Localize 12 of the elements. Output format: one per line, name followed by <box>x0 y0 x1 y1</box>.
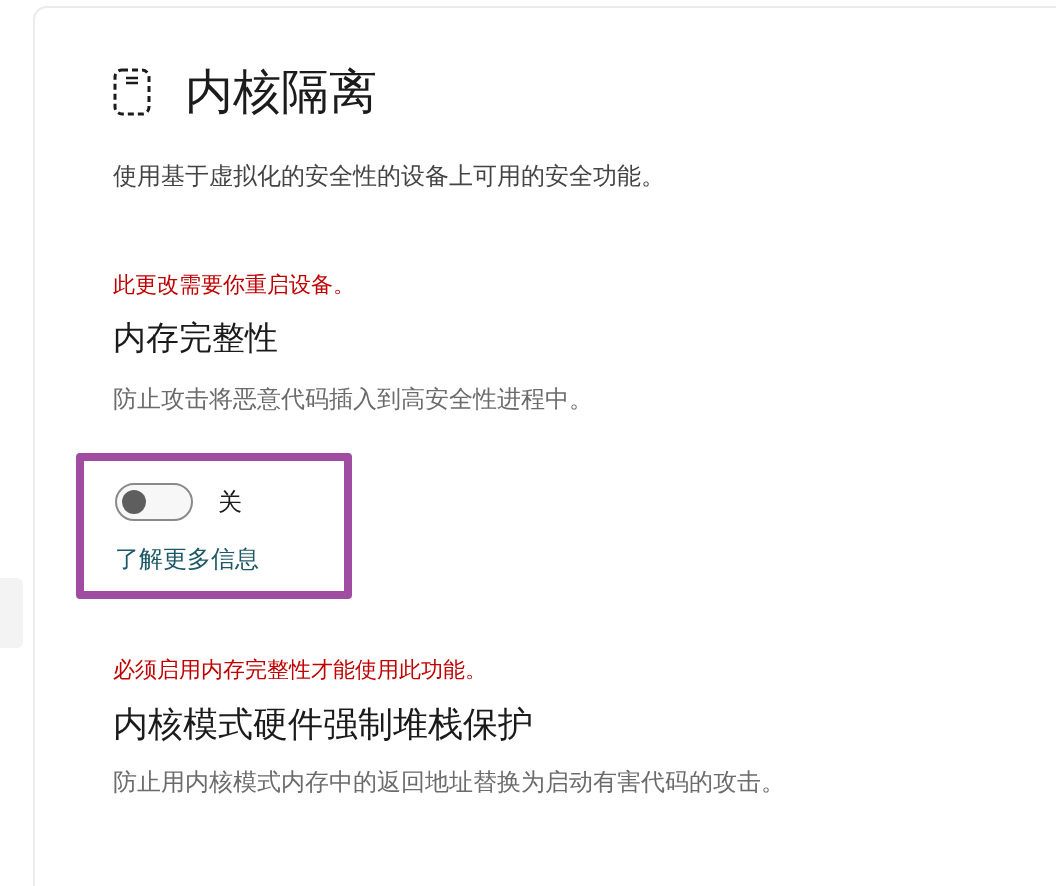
page-title: 内核隔离 <box>185 64 377 120</box>
device-icon <box>113 68 151 116</box>
section-description: 防止攻击将恶意代码插入到高安全性进程中。 <box>113 384 594 414</box>
section-heading: 内存完整性 <box>113 318 279 358</box>
warning-text: 必须启用内存完整性才能使用此功能。 <box>113 656 488 684</box>
learn-more-link[interactable]: 了解更多信息 <box>115 543 259 575</box>
section-heading: 内核模式硬件强制堆栈保护 <box>113 703 534 745</box>
toggle-state-label: 关 <box>218 487 242 517</box>
page-description: 使用基于虚拟化的安全性的设备上可用的安全功能。 <box>113 161 666 191</box>
section-description: 防止用内核模式内存中的返回地址替换为启动有害代码的攻击。 <box>113 767 786 797</box>
toggle-switch[interactable] <box>115 483 193 521</box>
warning-text: 此更改需要你重启设备。 <box>113 271 356 299</box>
